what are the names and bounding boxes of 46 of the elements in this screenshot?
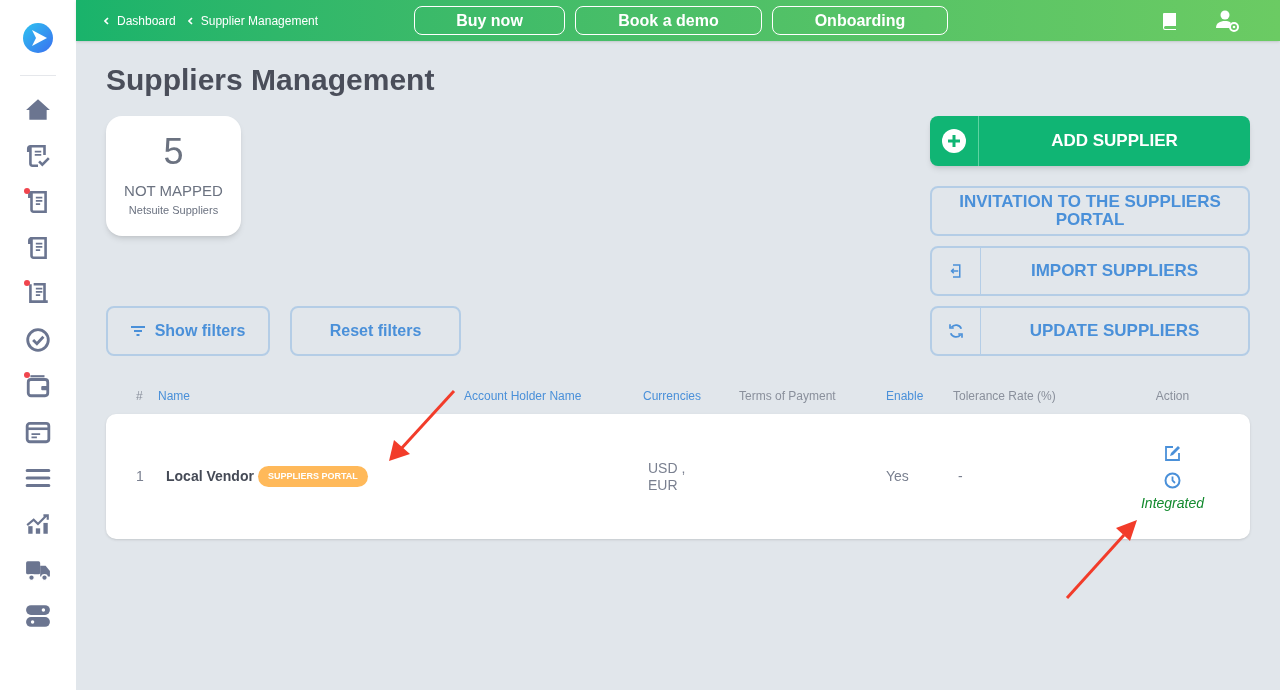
page-title: Suppliers Management: [106, 62, 436, 98]
stat-sublabel: Netsuite Suppliers: [128, 203, 219, 218]
column-header: #: [136, 389, 143, 403]
home-icon[interactable]: [25, 97, 51, 123]
check-circle-icon[interactable]: [25, 327, 51, 353]
column-header: Tolerance Rate (%): [953, 389, 1056, 403]
column-header[interactable]: Name: [158, 389, 190, 403]
column-header: Terms of Payment: [739, 389, 836, 403]
toggle-switches-icon[interactable]: [25, 603, 51, 629]
breadcrumb-link[interactable]: Supplier Management: [187, 11, 319, 30]
action-button[interactable]: INVITATION TO THE SUPPLIERS PORTAL: [930, 186, 1250, 236]
document-check-icon[interactable]: [25, 143, 51, 169]
refresh-icon: [947, 322, 965, 340]
plus-circle-icon: [942, 129, 966, 153]
filter-button[interactable]: Reset filters: [290, 306, 461, 356]
filter-button[interactable]: Show filters: [106, 306, 270, 356]
currency-text: EUR: [648, 476, 679, 494]
card-icon[interactable]: [25, 419, 51, 445]
status-text: Integrated: [1140, 494, 1205, 513]
logo-icon: [23, 23, 53, 53]
table-cell: 1: [136, 468, 144, 484]
edit-icon[interactable]: [1164, 445, 1181, 462]
table-cell: -: [958, 468, 963, 484]
column-header[interactable]: Enable: [886, 389, 924, 403]
chevron-left-icon: [104, 16, 109, 25]
wallet-icon[interactable]: [25, 373, 51, 399]
bar-chart-icon[interactable]: [25, 511, 51, 537]
column-header[interactable]: Account Holder Name: [464, 389, 582, 403]
stat-label: NOT MAPPED: [124, 180, 223, 201]
column-header[interactable]: Currencies: [643, 389, 702, 403]
vendor-name: Local Vendor: [166, 467, 254, 486]
chevron-left-icon: [187, 16, 193, 25]
top-button[interactable]: Onboarding: [772, 6, 948, 35]
currency-text: USD ,: [648, 459, 687, 477]
portal-tag: SUPPLIERS PORTAL: [257, 465, 368, 488]
top-button[interactable]: Book a demo: [575, 6, 762, 35]
table-cell: Yes: [886, 468, 909, 484]
column-header: Action: [1155, 389, 1190, 403]
clock-icon[interactable]: [1164, 472, 1181, 489]
stat-value: 5: [163, 133, 184, 170]
filter-icon: [130, 326, 145, 336]
breadcrumb-link[interactable]: Dashboard: [104, 11, 176, 30]
top-button[interactable]: Buy now: [414, 6, 565, 35]
action-button[interactable]: IMPORT SUPPLIERS: [930, 246, 1250, 296]
action-button[interactable]: UPDATE SUPPLIERS: [930, 306, 1250, 356]
action-button[interactable]: ADD SUPPLIER: [930, 116, 1250, 166]
